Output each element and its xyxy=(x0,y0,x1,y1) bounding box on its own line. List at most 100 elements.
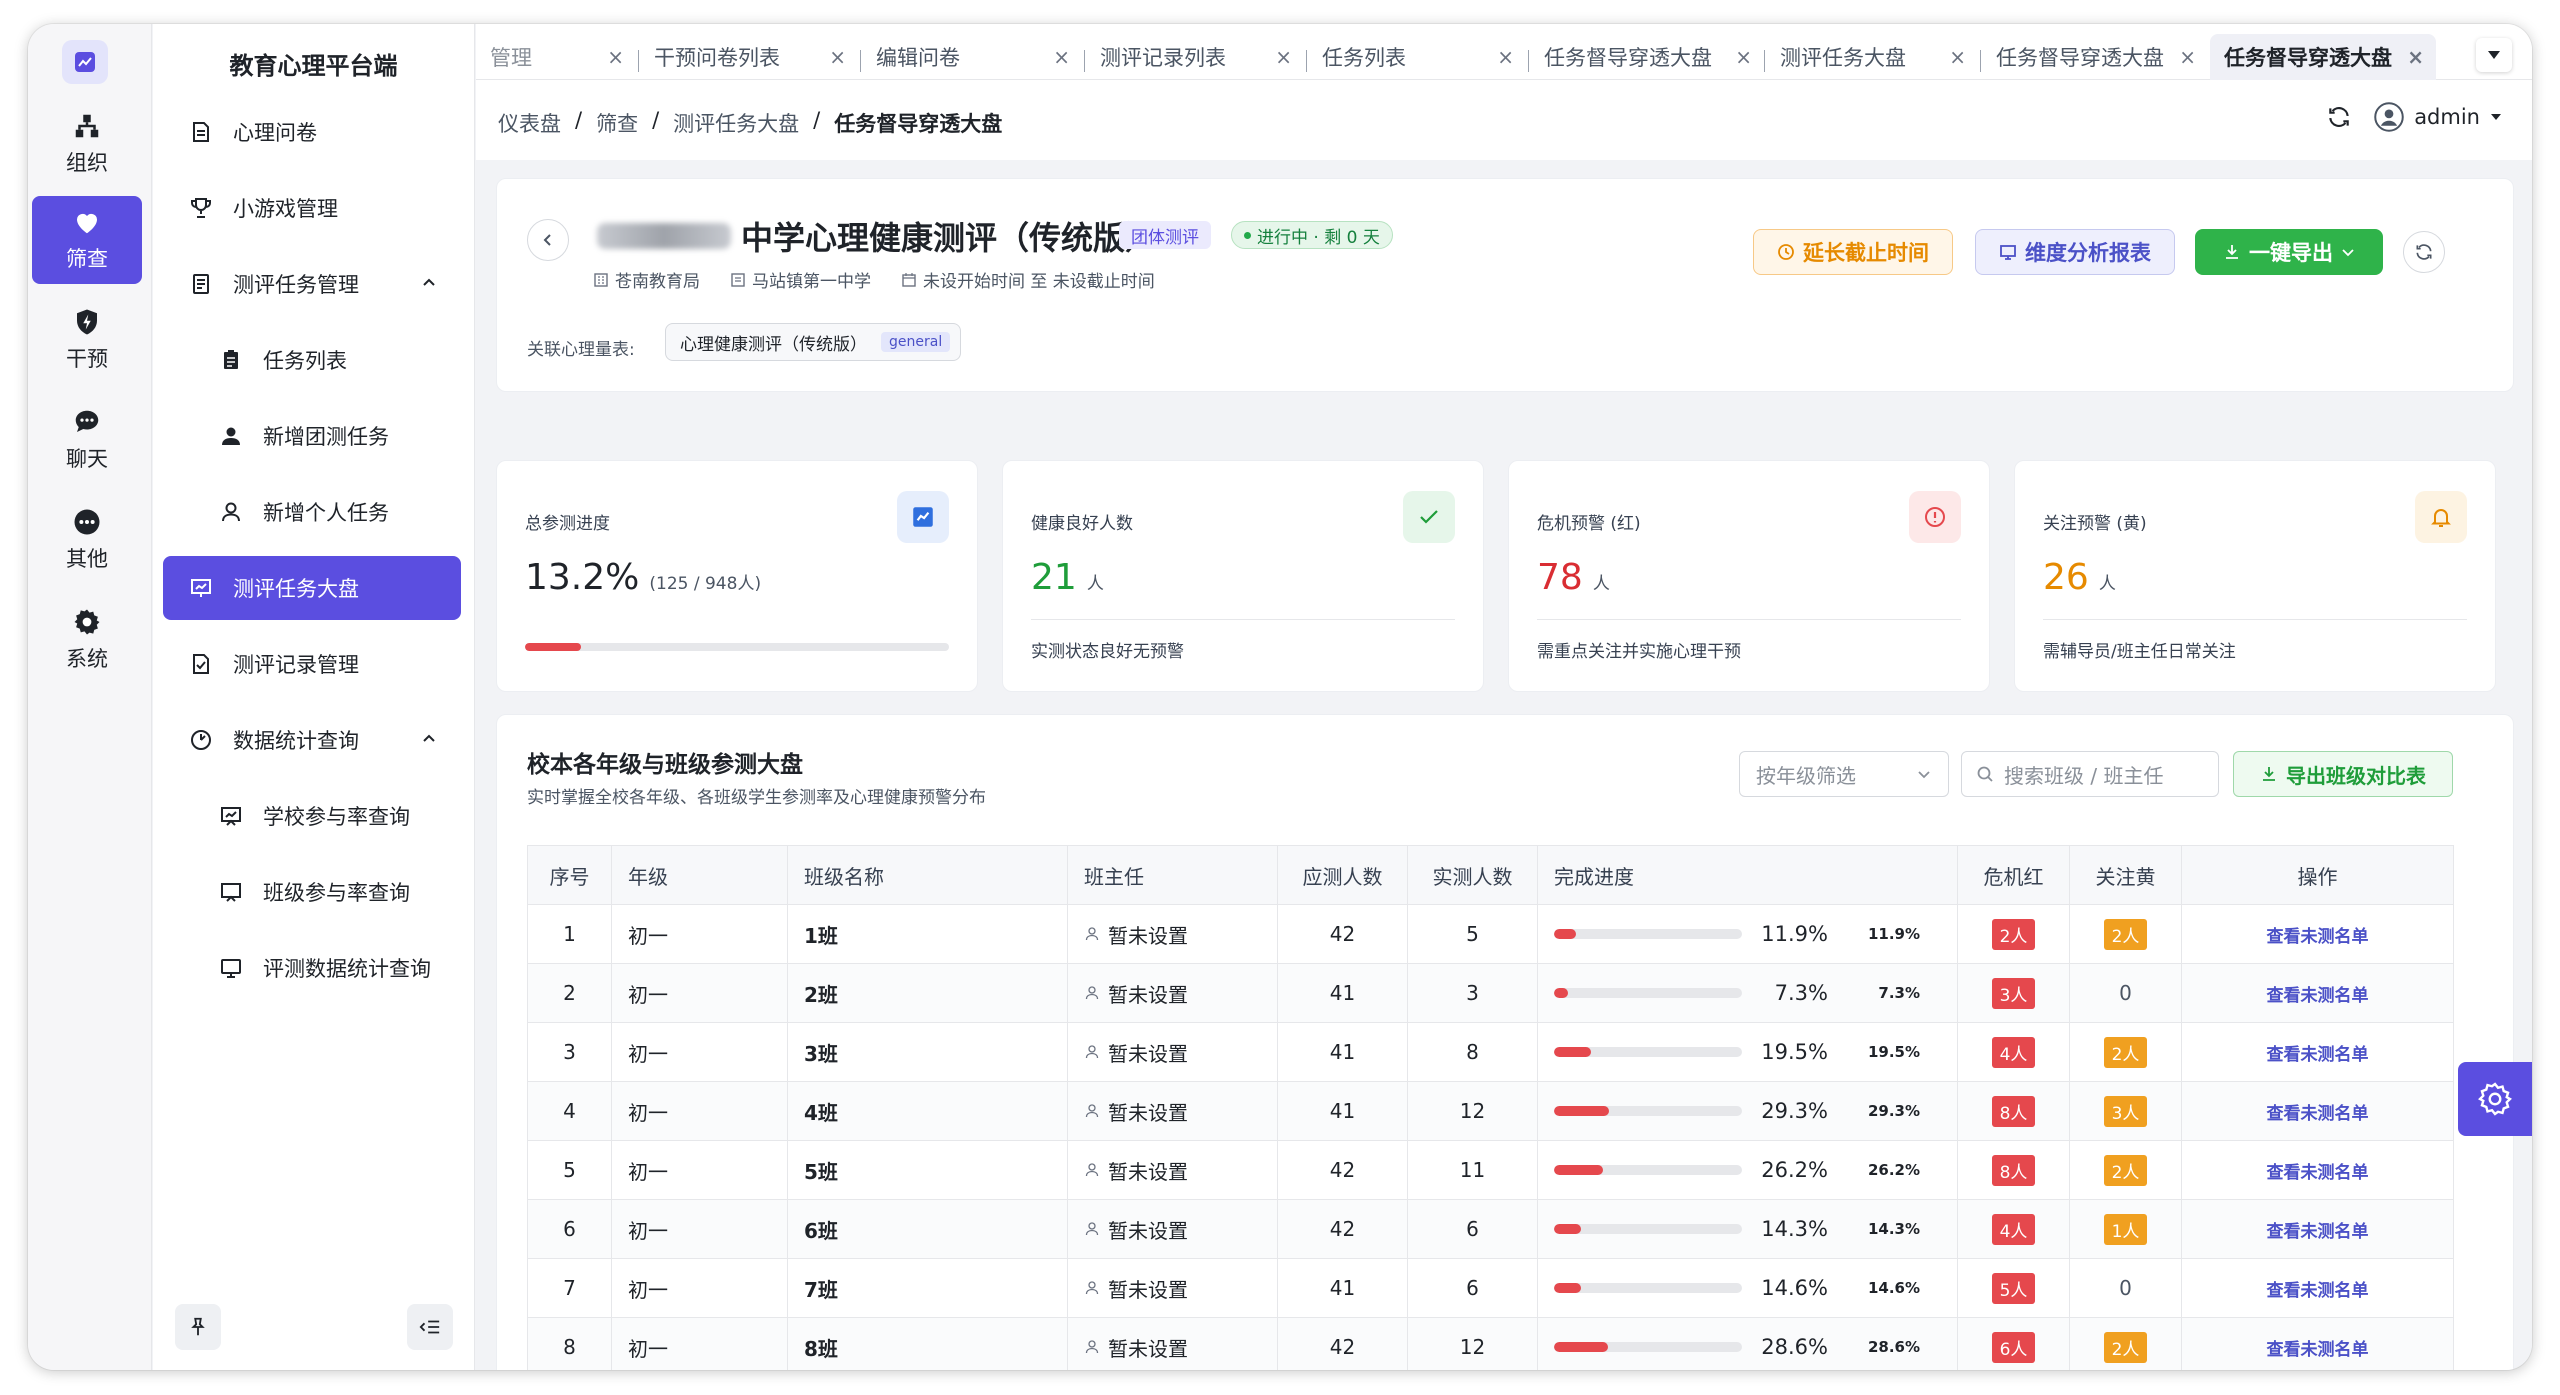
one-click-export-button[interactable]: 一键导出 xyxy=(2195,229,2383,275)
user-filled-icon xyxy=(217,422,245,450)
tab-edit-questionnaire[interactable]: 编辑问卷 × xyxy=(862,34,1082,80)
rail-label: 聊天 xyxy=(66,447,108,471)
cell-attention: 0 xyxy=(2069,963,2182,1023)
close-icon[interactable]: × xyxy=(829,45,846,69)
attention-value: 26 xyxy=(2043,557,2089,598)
export-compare-label: 导出班级对比表 xyxy=(2286,763,2426,788)
rail-item-org[interactable]: 组织 xyxy=(32,100,142,188)
rail-item-intervention[interactable]: 干预 xyxy=(32,296,142,384)
menu-item-eval-stats[interactable]: 评测数据统计查询 xyxy=(163,936,461,1000)
rail-item-screening[interactable]: 筛查 xyxy=(32,196,142,284)
table-row: 8 初一 8班 暂未设置 42 12 28.6% 28.6% 6人 2人 查看未测名单 xyxy=(527,1317,2454,1370)
class-search-input[interactable]: 搜索班级 / 班主任 xyxy=(1961,751,2219,797)
app-window: 组织 筛查 干预 聊天 其他 系统 教育心理平台端 心理问卷 小游戏管理 测评任… xyxy=(28,24,2532,1370)
extend-deadline-button[interactable]: 延长截止时间 xyxy=(1753,229,1953,275)
close-icon[interactable]: × xyxy=(1949,45,1966,69)
column-header: 关注黄 xyxy=(2069,845,2182,905)
menu-item-task-manage[interactable]: 测评任务管理 xyxy=(163,252,461,316)
view-untested-link[interactable]: 查看未测名单 xyxy=(2267,1104,2369,1124)
menu-label: 数据统计查询 xyxy=(233,729,359,753)
cell-attention: 3人 xyxy=(2069,1081,2182,1141)
cell-grade: 初一 xyxy=(611,1258,788,1318)
menu-item-class-rate[interactable]: 班级参与率查询 xyxy=(163,860,461,924)
menu-item-add-group-task[interactable]: 新增团测任务 xyxy=(163,404,461,468)
cell-teacher: 暂未设置 xyxy=(1067,1022,1278,1082)
menu-item-add-personal-task[interactable]: 新增个人任务 xyxy=(163,480,461,544)
breadcrumb-dashboard[interactable]: 仪表盘 xyxy=(498,108,561,138)
view-untested-link[interactable]: 查看未测名单 xyxy=(2267,1340,2369,1360)
menu-item-questionnaire[interactable]: 心理问卷 xyxy=(163,100,461,164)
rail-item-other[interactable]: 其他 xyxy=(32,496,142,584)
tab-supervision-1[interactable]: 任务督导穿透大盘 × xyxy=(1530,34,1764,80)
tab-task-dashboard[interactable]: 测评任务大盘 × xyxy=(1766,34,1978,80)
cell-expected: 41 xyxy=(1277,1022,1408,1082)
attention-badge: 2人 xyxy=(2103,1036,2148,1068)
meta-bureau: 苍南教育局 xyxy=(593,267,700,292)
attention-count: 0 xyxy=(2119,1276,2132,1300)
icon-rail: 组织 筛查 干预 聊天 其他 系统 xyxy=(28,24,152,1370)
menu-item-task-dashboard[interactable]: 测评任务大盘 xyxy=(163,556,461,620)
cell-action: 查看未测名单 xyxy=(2181,963,2454,1023)
cell-action: 查看未测名单 xyxy=(2181,904,2454,964)
cell-class: 8班 xyxy=(787,1317,1068,1370)
rail-label: 系统 xyxy=(66,647,108,671)
rail-item-chat[interactable]: 聊天 xyxy=(32,396,142,484)
crisis-badge: 4人 xyxy=(1991,1213,2036,1245)
school-chart-icon xyxy=(217,802,245,830)
menu-item-record-manage[interactable]: 测评记录管理 xyxy=(163,632,461,696)
tab-record-list[interactable]: 测评记录列表 × xyxy=(1086,34,1304,80)
cell-teacher: 暂未设置 xyxy=(1067,1081,1278,1141)
cell-crisis: 2人 xyxy=(1957,904,2070,964)
pin-button[interactable] xyxy=(175,1304,221,1350)
floating-settings-button[interactable] xyxy=(2458,1062,2532,1136)
scale-chip[interactable]: 心理健康测评（传统版） general xyxy=(665,323,962,361)
tab-manage[interactable]: 管理 × xyxy=(476,34,636,80)
menu-item-games[interactable]: 小游戏管理 xyxy=(163,176,461,240)
view-untested-link[interactable]: 查看未测名单 xyxy=(2267,1281,2369,1301)
close-icon[interactable]: × xyxy=(1497,45,1514,69)
tabs-dropdown-button[interactable] xyxy=(2476,38,2512,72)
collapse-sidebar-button[interactable] xyxy=(407,1304,453,1350)
refresh-task-button[interactable] xyxy=(2403,231,2445,273)
bell-icon xyxy=(2415,491,2467,543)
breadcrumb-screening[interactable]: 筛查 xyxy=(596,108,638,138)
back-button[interactable] xyxy=(527,219,569,261)
tab-intervention-list[interactable]: 干预问卷列表 × xyxy=(640,34,858,80)
tab-task-list[interactable]: 任务列表 × xyxy=(1308,34,1526,80)
grade-filter-select[interactable]: 按年级筛选 xyxy=(1739,751,1949,797)
tab-supervision-2[interactable]: 任务督导穿透大盘 × xyxy=(1982,34,2208,80)
export-class-compare-button[interactable]: 导出班级对比表 xyxy=(2233,751,2453,797)
stat-label: 总参测进度 xyxy=(525,514,610,534)
cell-grade: 初一 xyxy=(611,963,788,1023)
class-chart-icon xyxy=(217,878,245,906)
tab-supervision-active[interactable]: 任务督导穿透大盘 × xyxy=(2210,34,2436,80)
close-icon[interactable]: × xyxy=(2179,45,2196,69)
user-menu[interactable]: admin xyxy=(2374,102,2502,132)
close-icon[interactable]: × xyxy=(1735,45,1752,69)
menu-item-stats[interactable]: 数据统计查询 xyxy=(163,708,461,772)
breadcrumb-task-dashboard[interactable]: 测评任务大盘 xyxy=(673,108,799,138)
menu-item-school-rate[interactable]: 学校参与率查询 xyxy=(163,784,461,848)
avatar xyxy=(2374,102,2404,132)
cell-class: 3班 xyxy=(787,1022,1068,1082)
view-untested-link[interactable]: 查看未测名单 xyxy=(2267,1045,2369,1065)
crisis-badge: 3人 xyxy=(1991,977,2036,1009)
dimension-report-button[interactable]: 维度分析报表 xyxy=(1975,229,2175,275)
rail-item-system[interactable]: 系统 xyxy=(32,596,142,684)
view-untested-link[interactable]: 查看未测名单 xyxy=(2267,986,2369,1006)
view-untested-link[interactable]: 查看未测名单 xyxy=(2267,1163,2369,1183)
view-untested-link[interactable]: 查看未测名单 xyxy=(2267,1222,2369,1242)
progress-percent-small: 26.2% xyxy=(1867,1161,1920,1179)
menu-item-task-list[interactable]: 任务列表 xyxy=(163,328,461,392)
close-icon[interactable]: × xyxy=(607,45,624,69)
close-icon[interactable]: × xyxy=(1275,45,1292,69)
menu-label: 任务列表 xyxy=(263,349,347,373)
healthy-value: 21 xyxy=(1031,557,1077,598)
view-untested-link[interactable]: 查看未测名单 xyxy=(2267,927,2369,947)
column-header: 完成进度 xyxy=(1537,845,1958,905)
close-icon[interactable]: × xyxy=(1053,45,1070,69)
close-icon[interactable]: × xyxy=(2407,45,2424,69)
breadcrumb-bar: 仪表盘 / 筛查 / 测评任务大盘 / 任务督导穿透大盘 admin xyxy=(476,80,2532,160)
header-actions: admin xyxy=(2326,102,2502,132)
refresh-icon[interactable] xyxy=(2326,104,2352,130)
